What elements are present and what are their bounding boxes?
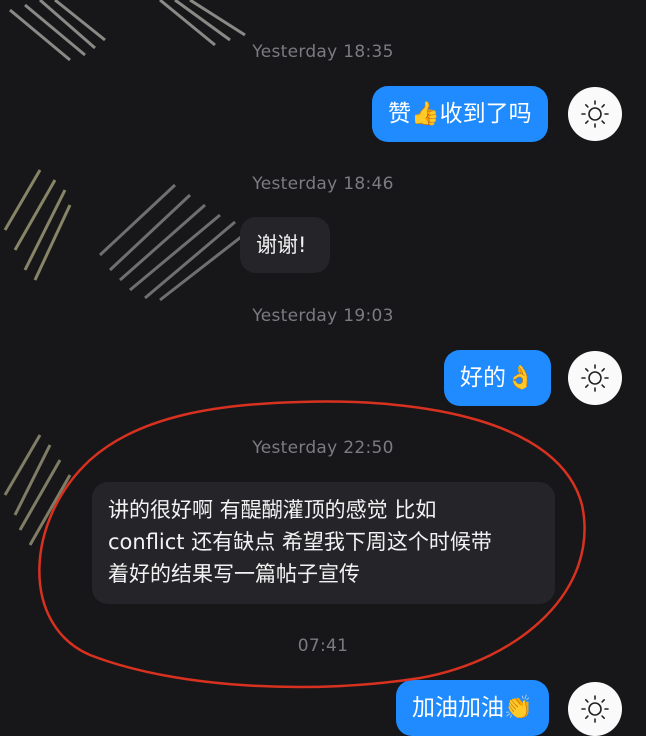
message-text: 谢谢! [256,233,307,257]
message-line: conflict 还有缺点 希望我下周这个时候带 [108,530,492,554]
outgoing-message[interactable]: 加油加油👏 [396,680,549,736]
sun-icon [581,695,609,723]
avatar[interactable] [568,351,622,405]
timestamp: Yesterday 19:03 [252,306,394,326]
sun-icon [581,100,609,128]
timestamp: Yesterday 18:35 [252,42,394,62]
incoming-message[interactable]: 讲的很好啊 有醍醐灌顶的感觉 比如 conflict 还有缺点 希望我下周这个时… [92,482,555,604]
avatar[interactable] [568,682,622,736]
outgoing-message[interactable]: 赞👍收到了吗 [372,86,548,142]
message-line: 着好的结果写一篇帖子宣传 [108,562,360,586]
message-text: 加油加油👏 [412,695,533,721]
message-line: 讲的很好啊 有醍醐灌顶的感觉 比如 [108,498,437,522]
message-text: 好的👌 [460,365,535,391]
sun-icon [581,364,609,392]
incoming-message[interactable]: 谢谢! [240,217,330,273]
timestamp: Yesterday 22:50 [252,438,394,458]
avatar[interactable] [568,87,622,141]
timestamp: Yesterday 18:46 [252,174,394,194]
outgoing-message[interactable]: 好的👌 [444,350,551,406]
timestamp: 07:41 [297,636,349,656]
message-text: 赞👍收到了吗 [388,101,532,127]
